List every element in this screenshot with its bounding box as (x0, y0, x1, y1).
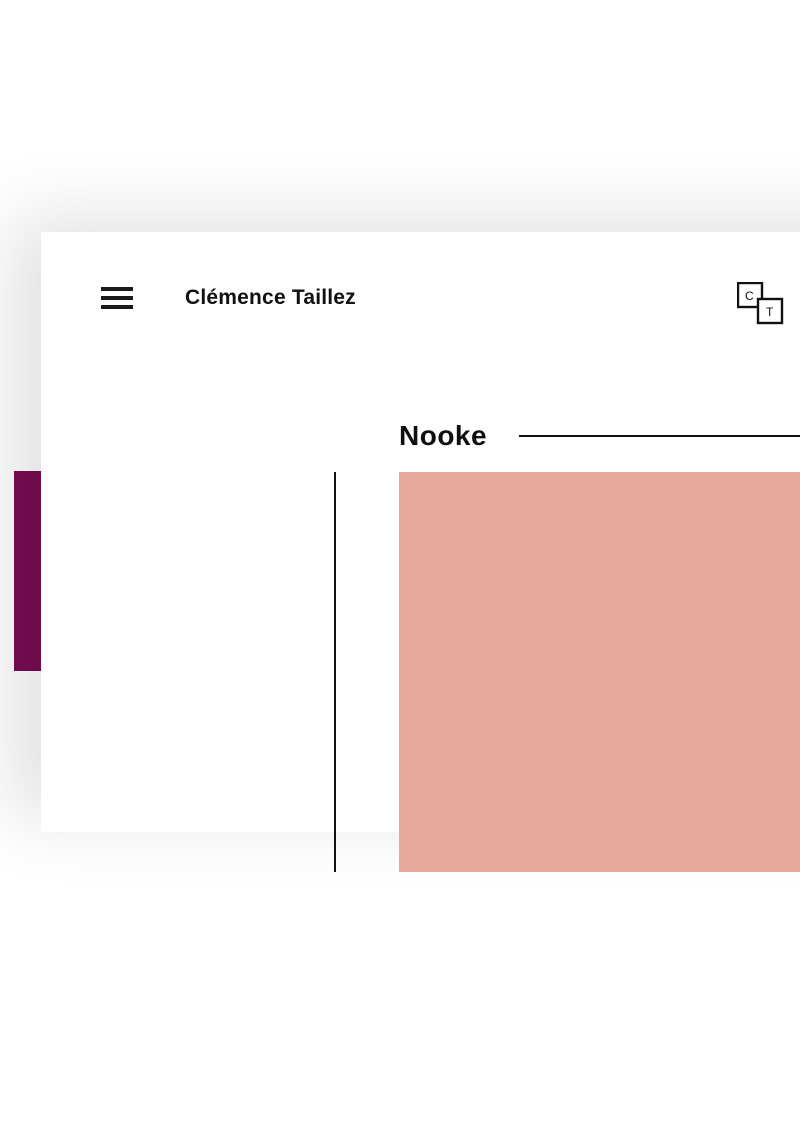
hamburger-icon (101, 296, 133, 300)
project-hero[interactable] (399, 472, 800, 872)
svg-text:C: C (745, 289, 754, 303)
page-card: Clémence Taillez C T Nooke (41, 232, 800, 832)
vertical-rule (334, 472, 336, 872)
project-title-row: Nooke (399, 420, 800, 452)
project-title: Nooke (399, 420, 487, 452)
hamburger-icon (101, 287, 133, 291)
hamburger-icon (101, 305, 133, 309)
title-rule (519, 435, 800, 437)
logo-icon: C T (737, 282, 785, 326)
svg-text:T: T (766, 305, 774, 319)
site-name[interactable]: Clémence Taillez (185, 286, 356, 310)
site-header: Clémence Taillez (101, 286, 800, 310)
menu-button[interactable] (101, 287, 133, 309)
site-logo[interactable]: C T (737, 282, 785, 326)
